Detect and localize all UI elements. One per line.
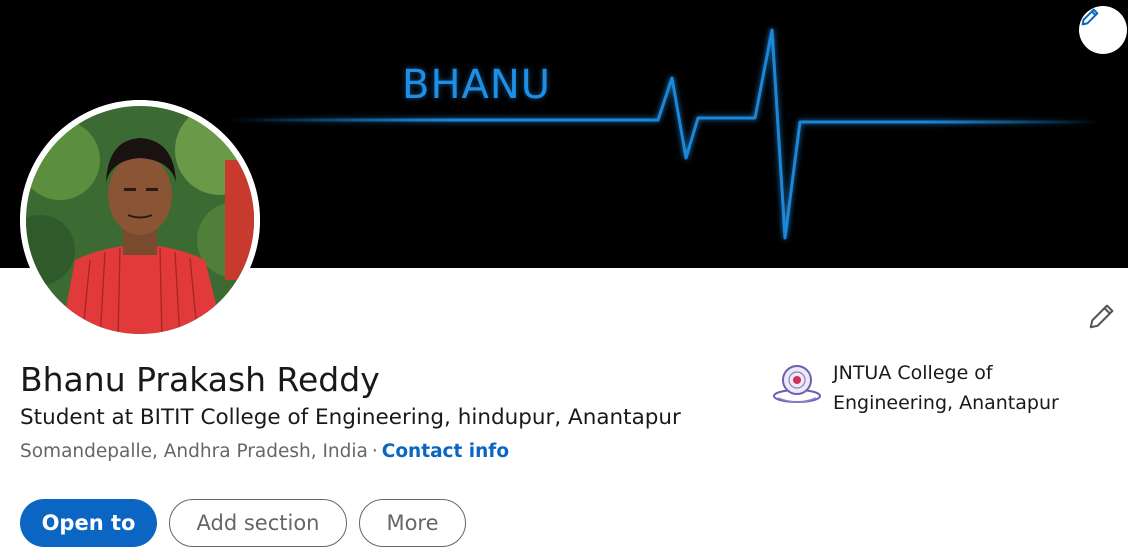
edit-banner-button[interactable]: [1079, 6, 1127, 54]
open-to-button[interactable]: Open to: [20, 499, 157, 547]
edit-intro-button[interactable]: [1084, 298, 1120, 334]
more-button[interactable]: More: [359, 499, 466, 547]
profile-actions: Open to Add section More: [20, 499, 466, 547]
contact-info-link[interactable]: Contact info: [382, 441, 509, 462]
add-section-button[interactable]: Add section: [169, 499, 347, 547]
location-line: Somandepalle, Andhra Pradesh, India · Cont…: [20, 441, 509, 462]
profile-headline: Student at BITIT College of Engineering,…: [20, 405, 681, 430]
profile-photo[interactable]: [20, 100, 260, 340]
profile-location: Somandepalle, Andhra Pradesh, India: [20, 441, 368, 462]
banner-text: BHANU: [402, 62, 552, 108]
education-link[interactable]: JNTUA College of Engineering, Anantapur: [770, 358, 1073, 418]
avatar: [20, 100, 260, 340]
profile-name: Bhanu Prakash Reddy: [20, 360, 380, 399]
separator-dot: ·: [371, 441, 378, 462]
profile-card: BHANU Bhanu Prakash Reddy Student at BIT…: [0, 0, 1128, 557]
pencil-icon: [1081, 8, 1099, 26]
pencil-icon: [1089, 304, 1114, 329]
school-name: JNTUA College of Engineering, Anantapur: [833, 362, 1059, 414]
university-logo-icon: [773, 365, 821, 403]
